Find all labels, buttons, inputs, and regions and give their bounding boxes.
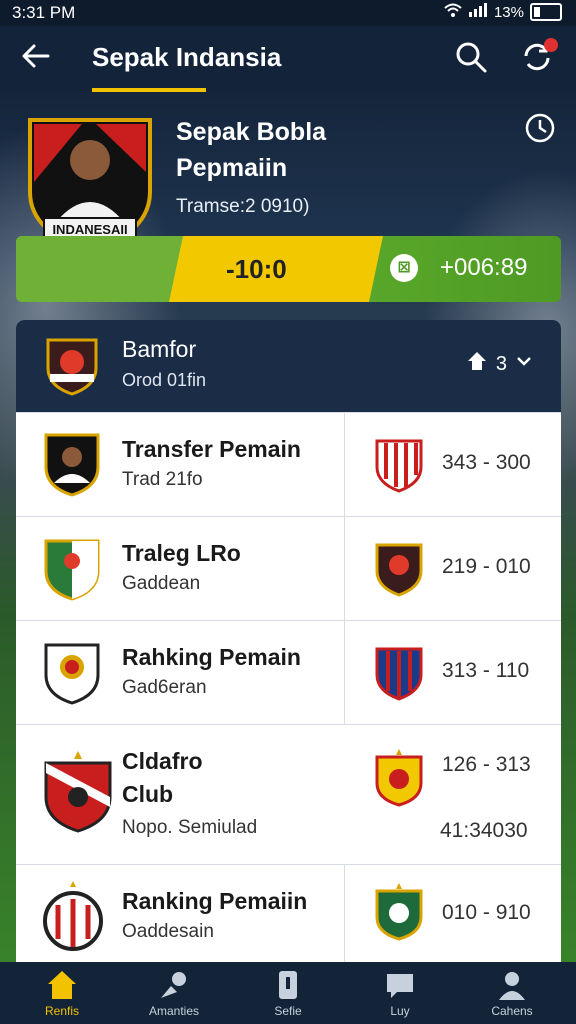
home-small-icon xyxy=(466,350,488,378)
nav-item-home[interactable]: Renfis xyxy=(12,968,112,1018)
home-icon xyxy=(48,971,76,999)
hero-subtitle: Tramse:2 0910) xyxy=(176,196,310,217)
status-time: 3:31 PM xyxy=(12,3,76,22)
list-item-value-secondary: 41:34030 xyxy=(440,819,528,842)
club-crest-icon xyxy=(42,881,104,953)
nav-item-sefie[interactable]: Sefie xyxy=(238,968,338,1018)
hero-section: INDANESAII Sepak Bobla Pepmaiin Tramse:2… xyxy=(0,92,576,312)
nav-label: Amanties xyxy=(148,1004,200,1018)
list-item[interactable]: Rahking Pemain Gad6eran 313 - 110 xyxy=(16,620,561,725)
search-button[interactable] xyxy=(454,40,490,76)
battery-label: 13% xyxy=(493,3,524,21)
list-item-subtitle: Trad 21fo xyxy=(122,469,203,490)
phone-icon xyxy=(279,971,297,999)
list-item-title: Traleg LRo xyxy=(122,540,241,566)
score-value: -10:0 xyxy=(226,254,287,284)
list-item[interactable]: Ranking Pemaiin Oaddesain 010 - 910 xyxy=(16,864,561,965)
ball-kick-icon xyxy=(161,972,186,998)
list-item-title-line1: Cldafro xyxy=(122,748,203,774)
app-bar: Sepak Indansia xyxy=(0,26,576,92)
back-button[interactable] xyxy=(20,40,56,76)
nav-label: Renfis xyxy=(44,1004,79,1018)
club-crest-icon xyxy=(374,749,424,807)
list-item-title-line2: Club xyxy=(122,781,174,807)
club-crest-icon xyxy=(374,539,424,597)
arrow-left-icon xyxy=(22,44,50,68)
card-header-name: Bamfor xyxy=(122,336,197,362)
list-item-title: Transfer Pemain xyxy=(122,436,301,462)
notification-button[interactable] xyxy=(518,38,558,78)
card-header-count: 3 xyxy=(495,352,507,375)
club-crest-icon xyxy=(44,334,100,396)
status-bar: 3:31 PM 13% xyxy=(0,0,576,26)
battery-icon xyxy=(530,3,562,21)
list-item-subtitle: Gaddean xyxy=(122,573,201,594)
club-crest-icon xyxy=(374,435,424,493)
nav-item-luy[interactable]: Luy xyxy=(350,968,450,1018)
crest-text: INDANESAII xyxy=(52,222,128,237)
list-item-value: 313 - 110 xyxy=(442,659,530,682)
draw-icon: ⊠ xyxy=(390,254,418,282)
player-crest[interactable]: INDANESAII xyxy=(26,112,154,255)
list-item-value: 010 - 910 xyxy=(442,901,531,924)
nav-item-profile[interactable]: Cahens xyxy=(462,968,562,1018)
list-item[interactable]: Transfer Pemain Trad 21fo 343 - 300 xyxy=(16,412,561,517)
list-item-subtitle: Nopo. Semiulad xyxy=(122,817,258,838)
club-crest-icon xyxy=(42,749,114,833)
hero-title: Sepak Bobla Pepmaiin xyxy=(176,114,326,186)
list-item-value: 219 - 010 xyxy=(442,555,531,578)
list-item-title: Cldafro Club xyxy=(122,745,203,811)
app-title: Sepak Indansia xyxy=(92,42,282,72)
odds-value: +006:89 xyxy=(440,254,528,281)
clock-button[interactable] xyxy=(524,112,556,144)
notification-badge xyxy=(544,38,558,52)
score-bar[interactable]: -10:0 ⊠ +006:89 xyxy=(16,236,561,302)
list-item-subtitle: Oaddesain xyxy=(122,921,214,942)
card-header-meta: Orod 01fin xyxy=(122,370,207,390)
list-item[interactable]: Cldafro Club Nopo. Semiulad 126 - 313 41… xyxy=(16,724,561,865)
list-item-value: 343 - 300 xyxy=(442,451,531,474)
ranking-card: Bamfor Orod 01fin 3 Transfer Pemain Trad… xyxy=(16,320,561,965)
list-item-title: Rahking Pemain xyxy=(122,644,301,670)
search-icon xyxy=(456,42,487,73)
nav-label: Luy xyxy=(390,1004,410,1018)
nav-label: Sefie xyxy=(274,1004,302,1018)
nav-item-activities[interactable]: Amanties xyxy=(124,968,224,1018)
club-crest-icon xyxy=(374,643,424,701)
list-item-subtitle: Gad6eran xyxy=(122,677,207,698)
card-header[interactable]: Bamfor Orod 01fin 3 xyxy=(16,320,561,412)
club-crest-icon xyxy=(42,639,102,705)
signal-icon xyxy=(468,3,488,21)
player-avatar-icon xyxy=(42,431,102,497)
hero-title-line1: Sepak Bobla xyxy=(176,118,327,146)
hero-title-line2: Pepmaiin xyxy=(176,154,288,182)
wifi-icon xyxy=(444,3,462,21)
card-header-controls[interactable]: 3 xyxy=(466,350,533,378)
chevron-down-icon xyxy=(515,352,533,376)
list-item-title: Ranking Pemaiin xyxy=(122,888,308,914)
profile-icon xyxy=(499,972,525,1000)
clock-icon xyxy=(525,113,555,143)
club-crest-icon xyxy=(374,883,424,941)
list-item-value: 126 - 313 xyxy=(442,753,531,776)
nav-label: Cahens xyxy=(491,1004,533,1018)
club-crest-icon xyxy=(42,535,102,601)
list-item[interactable]: Traleg LRo Gaddean 219 - 010 xyxy=(16,516,561,621)
chat-icon xyxy=(387,974,413,998)
status-right: 13% xyxy=(444,3,562,21)
bottom-nav: Renfis Amanties Sefie Luy Cahens xyxy=(0,962,576,1024)
